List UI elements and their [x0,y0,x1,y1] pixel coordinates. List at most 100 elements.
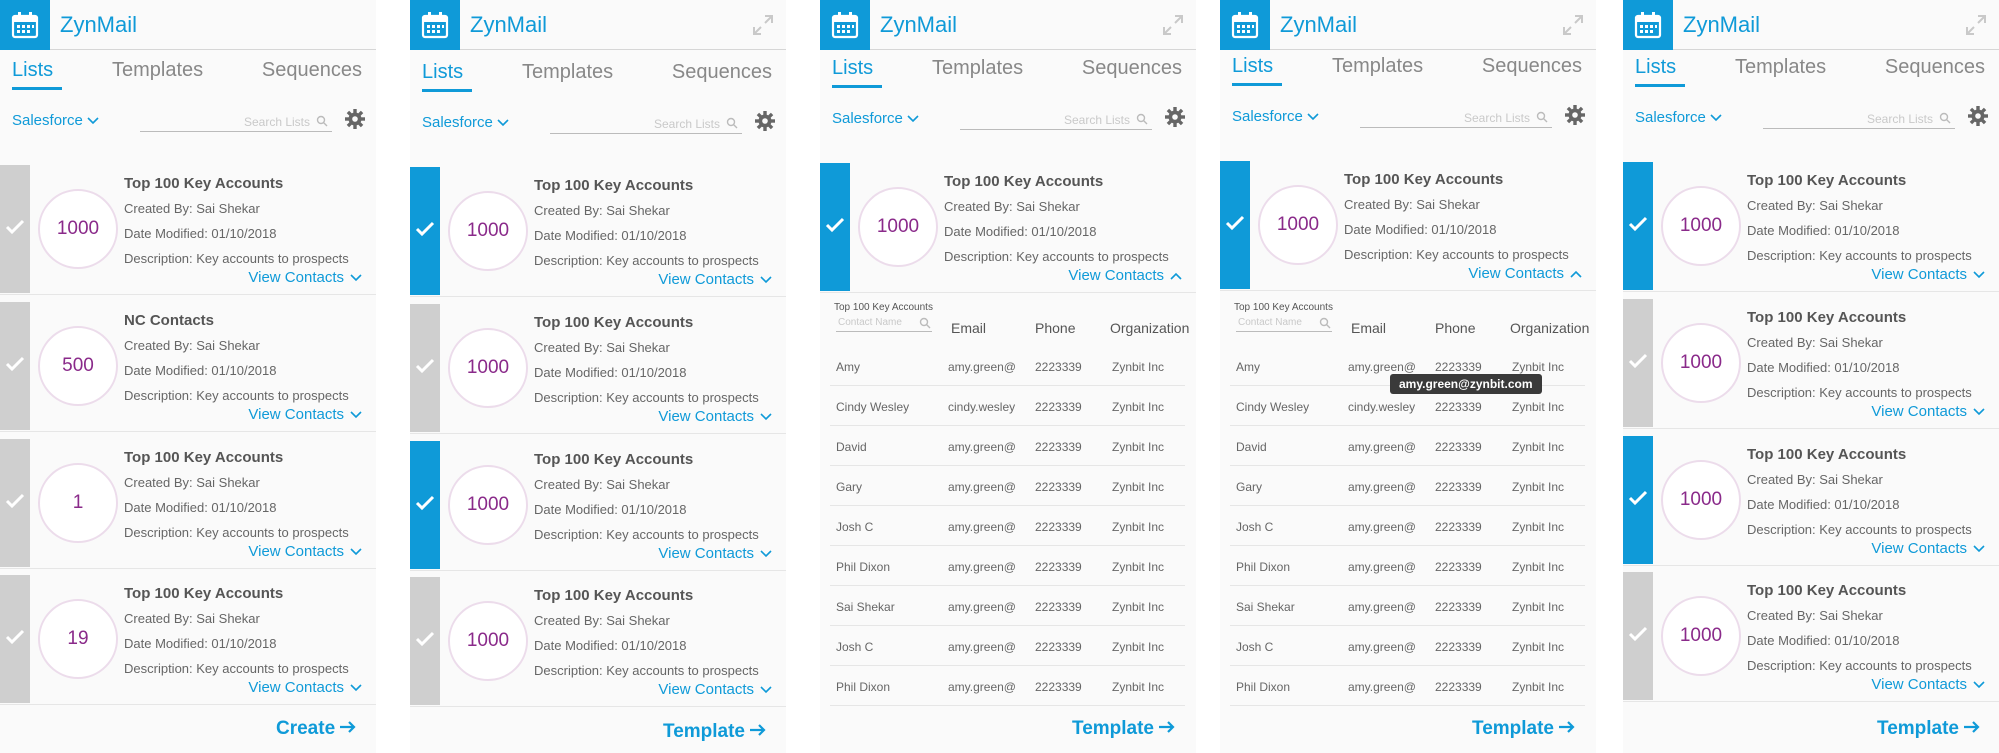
column-header[interactable]: Phone [1435,320,1475,336]
expand-icon[interactable] [1562,14,1584,36]
search-input[interactable]: Search Lists [140,110,332,132]
view-contacts-link[interactable]: View Contacts [658,681,772,698]
footer-action-link[interactable]: Template [1877,718,1981,740]
source-dropdown[interactable]: Salesforce [1232,108,1319,125]
expand-icon[interactable] [1162,14,1184,36]
select-toggle[interactable] [1220,161,1250,289]
view-contacts-link[interactable]: View Contacts [248,679,362,696]
contact-name-filter[interactable]: Contact Name [836,314,932,332]
view-contacts-link[interactable]: View Contacts [1871,403,1985,420]
source-dropdown[interactable]: Salesforce [12,112,99,129]
settings-gear-icon[interactable] [1564,104,1586,126]
select-toggle[interactable] [1623,299,1653,427]
source-dropdown[interactable]: Salesforce [832,110,919,127]
list-card[interactable]: 1000 Top 100 Key Accounts Created By: Sai … [1623,299,1999,429]
view-contacts-link[interactable]: View Contacts [248,269,362,286]
table-row[interactable]: Phil Dixon amy.green@ 2223339 Zynbit Inc [1230,546,1585,586]
select-toggle[interactable] [410,441,440,569]
contact-name-filter[interactable]: Contact Name [1236,314,1332,332]
select-toggle[interactable] [1623,572,1653,700]
table-row[interactable]: Phil Dixon amy.green@ 2223339 Zynbit Inc [830,666,1185,706]
source-dropdown[interactable]: Salesforce [422,114,509,131]
list-card[interactable]: 1000 Top 100 Key Accounts Created By: Sai … [410,441,786,571]
table-row[interactable]: Josh C amy.green@ 2223339 Zynbit Inc [1230,506,1585,546]
table-row[interactable]: Sai Shekar amy.green@ 2223339 Zynbit Inc [1230,586,1585,626]
search-input[interactable]: Search Lists [1763,107,1955,129]
select-toggle[interactable] [410,577,440,705]
expand-icon[interactable] [1965,14,1987,36]
search-input[interactable]: Search Lists [550,112,742,134]
list-card[interactable]: 1000 Top 100 Key Accounts Created By: Sai … [410,167,786,297]
view-contacts-link[interactable]: View Contacts [248,543,362,560]
select-toggle[interactable] [0,439,30,567]
list-card[interactable]: 19 Top 100 Key Accounts Created By: Sai Sh… [0,575,376,705]
table-row[interactable]: Gary amy.green@ 2223339 Zynbit Inc [830,466,1185,506]
tab-sequences[interactable]: Sequences [1082,57,1182,80]
view-contacts-link[interactable]: View Contacts [1068,267,1182,284]
list-card[interactable]: 1000 Top 100 Key Accounts Created By: Sai … [1220,161,1596,291]
settings-gear-icon[interactable] [754,110,776,132]
tab-sequences[interactable]: Sequences [672,61,772,84]
view-contacts-link[interactable]: View Contacts [1468,265,1582,282]
table-row[interactable]: Josh C amy.green@ 2223339 Zynbit Inc [830,506,1185,546]
select-toggle[interactable] [410,167,440,295]
view-contacts-link[interactable]: View Contacts [1871,540,1985,557]
column-header[interactable]: Phone [1035,320,1075,336]
select-toggle[interactable] [0,302,30,430]
tab-templates[interactable]: Templates [112,59,203,82]
tab-sequences[interactable]: Sequences [262,59,362,82]
settings-gear-icon[interactable] [1967,105,1989,127]
list-card[interactable]: 1000 Top 100 Key Accounts Created By: Sai … [1623,436,1999,566]
select-toggle[interactable] [1623,162,1653,290]
view-contacts-link[interactable]: View Contacts [658,271,772,288]
tab-lists[interactable]: Lists [1635,56,1676,79]
list-card[interactable]: 1000 Top 100 Key Accounts Created By: Sai … [410,304,786,434]
settings-gear-icon[interactable] [1164,106,1186,128]
table-row[interactable]: Cindy Wesley cindy.wesley 2223339 Zynbit In… [830,386,1185,426]
settings-gear-icon[interactable] [344,108,366,130]
tab-templates[interactable]: Templates [1332,55,1423,78]
list-card[interactable]: 1000 Top 100 Key Accounts Created By: Sai … [410,577,786,707]
column-header[interactable]: Email [1351,320,1386,336]
table-row[interactable]: Gary amy.green@ 2223339 Zynbit Inc [1230,466,1585,506]
table-row[interactable]: Josh C amy.green@ 2223339 Zynbit Inc [1230,626,1585,666]
list-card[interactable]: 1000 Top 100 Key Accounts Created By: Sai … [1623,162,1999,292]
table-row[interactable]: Phil Dixon amy.green@ 2223339 Zynbit Inc [830,546,1185,586]
table-row[interactable]: David amy.green@ 2223339 Zynbit Inc [1230,426,1585,466]
column-header[interactable]: Email [951,320,986,336]
tab-lists[interactable]: Lists [422,61,463,84]
search-input[interactable]: Search Lists [1360,106,1552,128]
table-row[interactable]: David amy.green@ 2223339 Zynbit Inc [830,426,1185,466]
footer-action-link[interactable]: Template [663,721,767,743]
table-row[interactable]: Josh C amy.green@ 2223339 Zynbit Inc [830,626,1185,666]
view-contacts-link[interactable]: View Contacts [658,545,772,562]
tab-templates[interactable]: Templates [932,57,1023,80]
list-card[interactable]: 500 NC Contacts Created By: Sai Shekar Date… [0,302,376,432]
tab-templates[interactable]: Templates [522,61,613,84]
column-header[interactable]: Organization [1510,320,1589,336]
tab-lists[interactable]: Lists [832,57,873,80]
table-row[interactable]: Phil Dixon amy.green@ 2223339 Zynbit Inc [1230,666,1585,706]
column-header[interactable]: Organization [1110,320,1189,336]
select-toggle[interactable] [410,304,440,432]
view-contacts-link[interactable]: View Contacts [248,406,362,423]
list-card[interactable]: 1000 Top 100 Key Accounts Created By: Sai … [1623,572,1999,702]
footer-action-link[interactable]: Template [1072,718,1176,740]
tab-templates[interactable]: Templates [1735,56,1826,79]
footer-action-link[interactable]: Create [276,718,357,740]
list-card[interactable]: 1 Top 100 Key Accounts Created By: Sai She… [0,439,376,569]
view-contacts-link[interactable]: View Contacts [1871,676,1985,693]
tab-sequences[interactable]: Sequences [1482,55,1582,78]
select-toggle[interactable] [1623,436,1653,564]
search-input[interactable]: Search Lists [960,108,1152,130]
table-row[interactable]: Sai Shekar amy.green@ 2223339 Zynbit Inc [830,586,1185,626]
tab-lists[interactable]: Lists [1232,55,1273,78]
tab-sequences[interactable]: Sequences [1885,56,1985,79]
footer-action-link[interactable]: Template [1472,718,1576,740]
select-toggle[interactable] [0,165,30,293]
tab-lists[interactable]: Lists [12,59,53,82]
view-contacts-link[interactable]: View Contacts [1871,266,1985,283]
source-dropdown[interactable]: Salesforce [1635,109,1722,126]
select-toggle[interactable] [820,163,850,291]
view-contacts-link[interactable]: View Contacts [658,408,772,425]
